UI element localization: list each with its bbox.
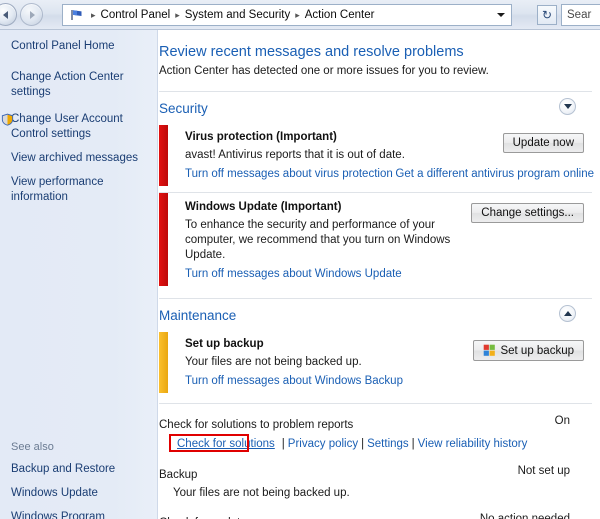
section-toggle-maintenance[interactable] <box>559 305 576 322</box>
alert-body: To enhance the security and performance … <box>185 219 451 261</box>
sidebar-item-change-action-center-settings[interactable]: Change Action Center settings <box>11 70 147 100</box>
status-value: On <box>554 415 570 427</box>
check-for-solutions-link[interactable]: Check for solutions <box>173 437 279 451</box>
severity-bar-red <box>159 125 168 186</box>
status-value: Not set up <box>517 465 570 477</box>
search-input[interactable]: Sear <box>561 4 600 26</box>
set-up-backup-button[interactable]: Set up backup <box>473 340 584 361</box>
alert-body: Your files are not being backed up. <box>185 356 362 368</box>
breadcrumb-separator-0: ▸ <box>91 9 96 20</box>
turn-off-virus-messages-link[interactable]: Turn off messages about virus protection <box>185 168 393 180</box>
alert-heading: Virus protection (Important) <box>185 131 337 143</box>
forward-button[interactable] <box>20 3 43 26</box>
settings-link[interactable]: Settings <box>367 438 409 450</box>
update-now-button-label: Update now <box>512 137 574 149</box>
section-header-security[interactable]: Security <box>159 91 592 125</box>
status-label: Backup <box>159 469 198 481</box>
turn-off-windows-update-messages-link[interactable]: Turn off messages about Windows Update <box>185 268 402 280</box>
see-also-item-windows-update[interactable]: Windows Update <box>11 486 157 501</box>
status-row-check-for-updates: Check for updates No action needed Windo… <box>159 513 592 519</box>
breadcrumb-control-panel[interactable]: Control Panel <box>99 9 173 21</box>
section-toggle-security[interactable] <box>559 98 576 115</box>
sidebar-item-view-performance-information[interactable]: View performance information <box>11 175 147 205</box>
breadcrumb-action-center[interactable]: Action Center <box>303 9 377 21</box>
change-settings-button[interactable]: Change settings... <box>471 203 584 223</box>
link-separator: | <box>361 438 365 450</box>
forward-arrow-icon <box>29 10 35 19</box>
navigation-buttons <box>0 2 70 28</box>
chevron-down-icon <box>497 13 505 17</box>
see-also-section: See also Backup and Restore Windows Upda… <box>11 441 157 519</box>
alert-divider <box>159 403 592 404</box>
sidebar-item-change-uac-settings-label: Change User Account Control settings <box>11 113 123 140</box>
alert-links: Turn off messages about virus protection… <box>185 168 594 180</box>
sidebar-item-view-archived-messages[interactable]: View archived messages <box>11 151 147 166</box>
alert-body: avast! Antivirus reports that it is out … <box>185 149 405 161</box>
section-header-maintenance[interactable]: Maintenance <box>159 298 592 332</box>
link-separator: | <box>411 438 415 450</box>
status-label: Check for solutions to problem reports <box>159 419 354 431</box>
page-title: Review recent messages and resolve probl… <box>159 44 464 60</box>
status-row-backup: Backup Not set up Your files are not bei… <box>159 465 592 499</box>
severity-bar-red <box>159 193 168 286</box>
search-placeholder: Sear <box>567 9 592 21</box>
alert-set-up-backup: Set up backup Your files are not being b… <box>159 332 592 395</box>
link-separator: | <box>281 438 285 450</box>
sidebar-item-control-panel-home[interactable]: Control Panel Home <box>11 39 147 54</box>
address-bar[interactable]: ▸ Control Panel ▸ System and Security ▸ … <box>62 4 512 26</box>
address-dropdown-button[interactable] <box>493 5 509 25</box>
update-now-button[interactable]: Update now <box>502 133 584 153</box>
section-title-maintenance: Maintenance <box>159 308 237 323</box>
alert-links: Turn off messages about Windows Update <box>185 268 592 280</box>
get-antivirus-program-link[interactable]: Get a different antivirus program online <box>395 168 594 180</box>
alert-links: Turn off messages about Windows Backup <box>185 375 592 387</box>
back-button[interactable] <box>0 3 17 26</box>
alert-heading: Windows Update (Important) <box>185 201 342 213</box>
page-subtitle: Action Center has detected one or more i… <box>159 65 489 77</box>
status-value: No action needed <box>479 513 570 519</box>
check-for-solutions-link-label: Check for solutions <box>177 438 275 450</box>
sidebar: Control Panel Home Change Action Center … <box>0 30 158 519</box>
chevron-down-icon <box>563 104 572 109</box>
uac-shield-icon <box>1 113 14 126</box>
see-also-title: See also <box>11 441 54 453</box>
breadcrumb-separator-2: ▸ <box>295 9 300 20</box>
windows-flag-icon <box>69 7 85 23</box>
refresh-button[interactable]: ↻ <box>537 5 557 25</box>
window-titlebar: ▸ Control Panel ▸ System and Security ▸ … <box>0 0 600 30</box>
refresh-icon: ↻ <box>541 8 553 22</box>
turn-off-backup-messages-link[interactable]: Turn off messages about Windows Backup <box>185 375 403 387</box>
severity-bar-yellow <box>159 332 168 393</box>
status-sublinks: Check for solutions | Privacy policy | Sett… <box>159 434 592 452</box>
windows-shield-icon <box>483 344 496 357</box>
sidebar-item-change-uac-settings[interactable]: Change User Account Control settings <box>1 112 147 142</box>
breadcrumb-system-and-security[interactable]: System and Security <box>183 9 292 21</box>
status-description: Your files are not being backed up. <box>173 487 350 499</box>
main-content: Review recent messages and resolve probl… <box>159 30 600 519</box>
breadcrumb: ▸ Control Panel ▸ System and Security ▸ … <box>88 9 493 21</box>
alert-windows-update: Windows Update (Important) To enhance th… <box>159 193 592 288</box>
breadcrumb-separator-1: ▸ <box>175 9 180 20</box>
privacy-policy-link[interactable]: Privacy policy <box>288 438 358 450</box>
change-settings-button-label: Change settings... <box>481 207 574 219</box>
chevron-up-icon <box>563 311 572 316</box>
view-reliability-history-link[interactable]: View reliability history <box>418 438 528 450</box>
back-arrow-icon <box>2 10 8 19</box>
section-title-security: Security <box>159 101 208 116</box>
alert-virus-protection: Virus protection (Important) avast! Anti… <box>159 125 594 188</box>
see-also-item-backup-and-restore[interactable]: Backup and Restore <box>11 462 157 477</box>
status-row-check-for-solutions: Check for solutions to problem reports O… <box>159 415 592 452</box>
see-also-item-windows-program-compatibility-troubleshooter[interactable]: Windows Program Compatibility Troublesho… <box>11 510 157 519</box>
alert-heading: Set up backup <box>185 338 264 350</box>
sidebar-links: Control Panel Home Change Action Center … <box>0 30 157 205</box>
set-up-backup-button-label: Set up backup <box>500 344 574 357</box>
